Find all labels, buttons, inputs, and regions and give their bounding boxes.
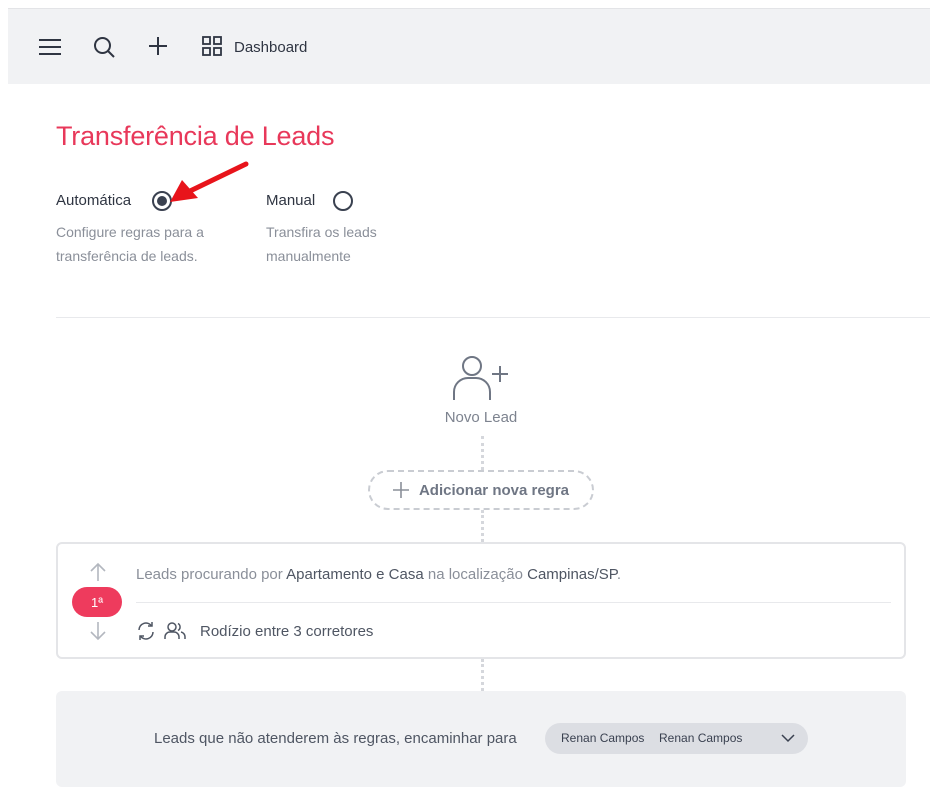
mode-manual-label[interactable]: Manual (266, 192, 315, 209)
search-icon[interactable] (91, 34, 117, 60)
users-icon (164, 621, 186, 641)
top-bar: Dashboard (8, 8, 930, 84)
fallback-text: Leads que não atenderem às regras, encam… (154, 730, 517, 747)
fallback-panel: Leads que não atenderem às regras, encam… (56, 691, 906, 787)
rule-description: Leads procurando por Apartamento e Casa … (136, 566, 622, 583)
move-down-icon[interactable] (88, 621, 108, 641)
chevron-down-icon (781, 734, 795, 743)
plus-icon[interactable] (145, 33, 171, 59)
annotation-arrow-icon (170, 161, 249, 202)
add-rule-button[interactable]: Adicionar nova regra (368, 470, 594, 510)
dashboard-link[interactable]: Dashboard (234, 39, 307, 56)
section-divider (56, 317, 930, 318)
flow-connector (481, 510, 484, 542)
manual-radio[interactable] (333, 191, 353, 211)
mode-automatic-description: Configure regras para a transferência de… (56, 224, 204, 264)
mode-manual-description: Transfira os leads manualmente (266, 224, 377, 264)
plus-icon (392, 482, 409, 498)
add-rule-label: Adicionar nova regra (418, 481, 570, 499)
rule-separator (136, 602, 891, 603)
fallback-selected-first: Renan Campos (561, 731, 645, 745)
new-lead-label: Novo Lead (444, 409, 518, 426)
flow-connector (481, 659, 484, 691)
menu-icon[interactable] (37, 34, 63, 60)
grid-icon[interactable] (199, 33, 225, 59)
rule-rank-badge: 1ª (72, 587, 122, 617)
mode-automatic-label[interactable]: Automática (56, 192, 131, 209)
rule-property-types: Apartamento e Casa (286, 566, 424, 583)
move-up-icon[interactable] (88, 562, 108, 582)
fallback-selected-second: Renan Campos (659, 731, 743, 745)
rule-card[interactable]: 1ª Leads procurando por Apartamento e Ca… (56, 542, 906, 659)
rotation-icon (136, 621, 156, 641)
page-title: Transferência de Leads (56, 121, 335, 151)
flow-connector (481, 436, 484, 470)
rule-location: Campinas/SP (527, 566, 617, 583)
add-user-icon (450, 354, 512, 402)
fallback-select[interactable]: Renan Campos Renan Campos (545, 723, 808, 754)
rule-distribution: Rodízio entre 3 corretores (200, 623, 374, 640)
